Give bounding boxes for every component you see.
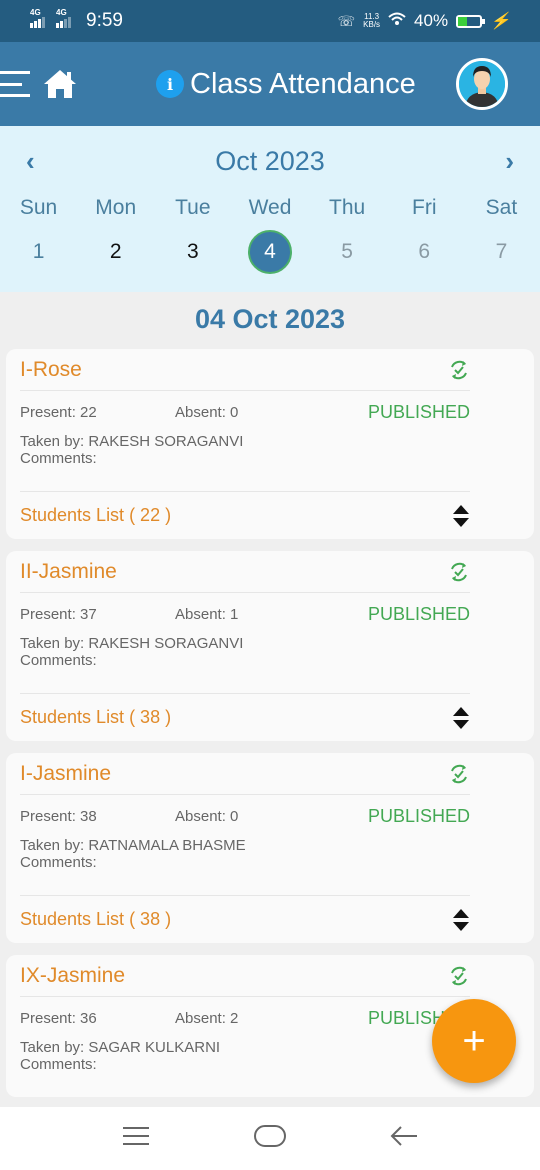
day-cell[interactable]: 1: [0, 230, 77, 274]
week-calendar: ‹ Oct 2023 › Sun Mon Tue Wed Thu Fri Sat…: [0, 126, 540, 292]
system-nav-bar: [0, 1107, 540, 1170]
recent-apps-button[interactable]: [122, 1126, 150, 1151]
battery-percent: 40%: [414, 11, 449, 30]
user-avatar-icon: [459, 61, 505, 107]
title-group: i Class Attendance: [156, 42, 416, 126]
weekday-label: Tue: [175, 196, 211, 219]
month-label: Oct 2023: [215, 145, 325, 176]
students-list-toggle[interactable]: Students List ( 38 ): [20, 707, 171, 728]
comments: Comments:: [20, 854, 97, 871]
charging-icon: ⚡: [490, 13, 510, 30]
present-count: Present: 36: [20, 1009, 97, 1027]
back-arrow-icon: [390, 1126, 417, 1146]
status-badge: PUBLISHED: [367, 603, 470, 624]
present-count: Present: 22: [20, 403, 97, 421]
taken-by: Taken by: RAKESH SORAGANVI: [20, 635, 244, 652]
sync-check-icon[interactable]: [448, 763, 470, 785]
day-cell[interactable]: 5: [309, 230, 386, 274]
comments: Comments:: [20, 450, 97, 467]
menu-icon[interactable]: [0, 71, 30, 97]
weekday-row: Sun Mon Tue Wed Thu Fri Sat: [0, 196, 540, 220]
status-badge: PUBLISHED: [367, 401, 470, 422]
day-cell[interactable]: 6: [386, 230, 463, 274]
weekday-label: Fri: [412, 196, 437, 219]
day-row: 1 2 3 4 5 6 7: [0, 230, 540, 274]
battery-fill: [458, 16, 467, 26]
sync-check-icon[interactable]: [448, 561, 470, 583]
expand-collapse-icon[interactable]: [452, 706, 470, 730]
add-attendance-button[interactable]: +: [432, 999, 516, 1083]
absent-count: Absent: 2: [175, 1009, 239, 1027]
weekday-label: Sun: [19, 196, 58, 219]
attendance-list: I-Rose Present: 22 Absent: 0 PUBLISHED T…: [0, 349, 540, 1097]
app-bar: i Class Attendance: [0, 42, 540, 126]
wifi-icon: [388, 11, 406, 31]
present-count: Present: 38: [20, 807, 97, 825]
wifi-calling-icon: ☏: [337, 12, 356, 29]
page-title: Class Attendance: [190, 67, 416, 100]
taken-by: Taken by: RATNAMALA BHASME: [20, 837, 246, 854]
prev-week-button[interactable]: ‹: [26, 146, 35, 177]
class-name: IX-Jasmine: [20, 963, 126, 987]
expand-collapse-icon[interactable]: [452, 908, 470, 932]
battery-icon: [456, 14, 486, 28]
expand-collapse-icon[interactable]: [452, 504, 470, 528]
day-cell-selected[interactable]: 4: [231, 230, 308, 274]
home-pill-icon: [254, 1125, 286, 1147]
avatar[interactable]: [456, 58, 508, 110]
class-name: I-Jasmine: [20, 761, 112, 785]
sim2-signal-icon: 4G: [56, 8, 74, 28]
day-cell[interactable]: 3: [154, 230, 231, 274]
sim1-signal-icon: 4G: [30, 8, 48, 28]
weekday-label: Mon: [95, 196, 137, 219]
absent-count: Absent: 0: [175, 807, 239, 825]
class-name: II-Jasmine: [20, 559, 117, 583]
selected-date-heading: 04 Oct 2023: [194, 304, 346, 334]
attendance-card: I-Rose Present: 22 Absent: 0 PUBLISHED T…: [6, 349, 534, 539]
class-name: I-Rose: [20, 357, 82, 381]
weekday-label: Sat: [485, 196, 518, 219]
attendance-card: II-Jasmine Present: 37 Absent: 1 PUBLISH…: [6, 551, 534, 741]
next-week-button[interactable]: ›: [505, 146, 514, 177]
attendance-card: I-Jasmine Present: 38 Absent: 0 PUBLISHE…: [6, 753, 534, 943]
students-list-toggle[interactable]: Students List ( 38 ): [20, 909, 171, 930]
students-list-toggle[interactable]: Students List ( 22 ): [20, 505, 171, 526]
recents-icon: [123, 1127, 149, 1145]
weekday-label: Thu: [329, 196, 366, 219]
day-cell[interactable]: 7: [463, 230, 540, 274]
absent-count: Absent: 1: [175, 605, 239, 623]
status-bar: 4G 4G 9:59 ☏ 11.3 KB/s 40% ⚡: [0, 0, 540, 42]
network-speed: 11.3 KB/s: [363, 12, 381, 29]
home-button[interactable]: [254, 1125, 286, 1152]
info-icon[interactable]: i: [156, 70, 184, 98]
back-button[interactable]: [390, 1125, 418, 1152]
clock: 9:59: [86, 10, 123, 31]
weekday-label: Wed: [248, 196, 292, 219]
absent-count: Absent: 0: [175, 403, 239, 421]
taken-by: Taken by: RAKESH SORAGANVI: [20, 433, 244, 450]
home-icon[interactable]: [42, 68, 78, 100]
sync-check-icon[interactable]: [448, 965, 470, 987]
comments: Comments:: [20, 652, 97, 669]
present-count: Present: 37: [20, 605, 97, 623]
day-cell[interactable]: 2: [77, 230, 154, 274]
sync-check-icon[interactable]: [448, 359, 470, 381]
status-badge: PUBLISHED: [367, 805, 470, 826]
